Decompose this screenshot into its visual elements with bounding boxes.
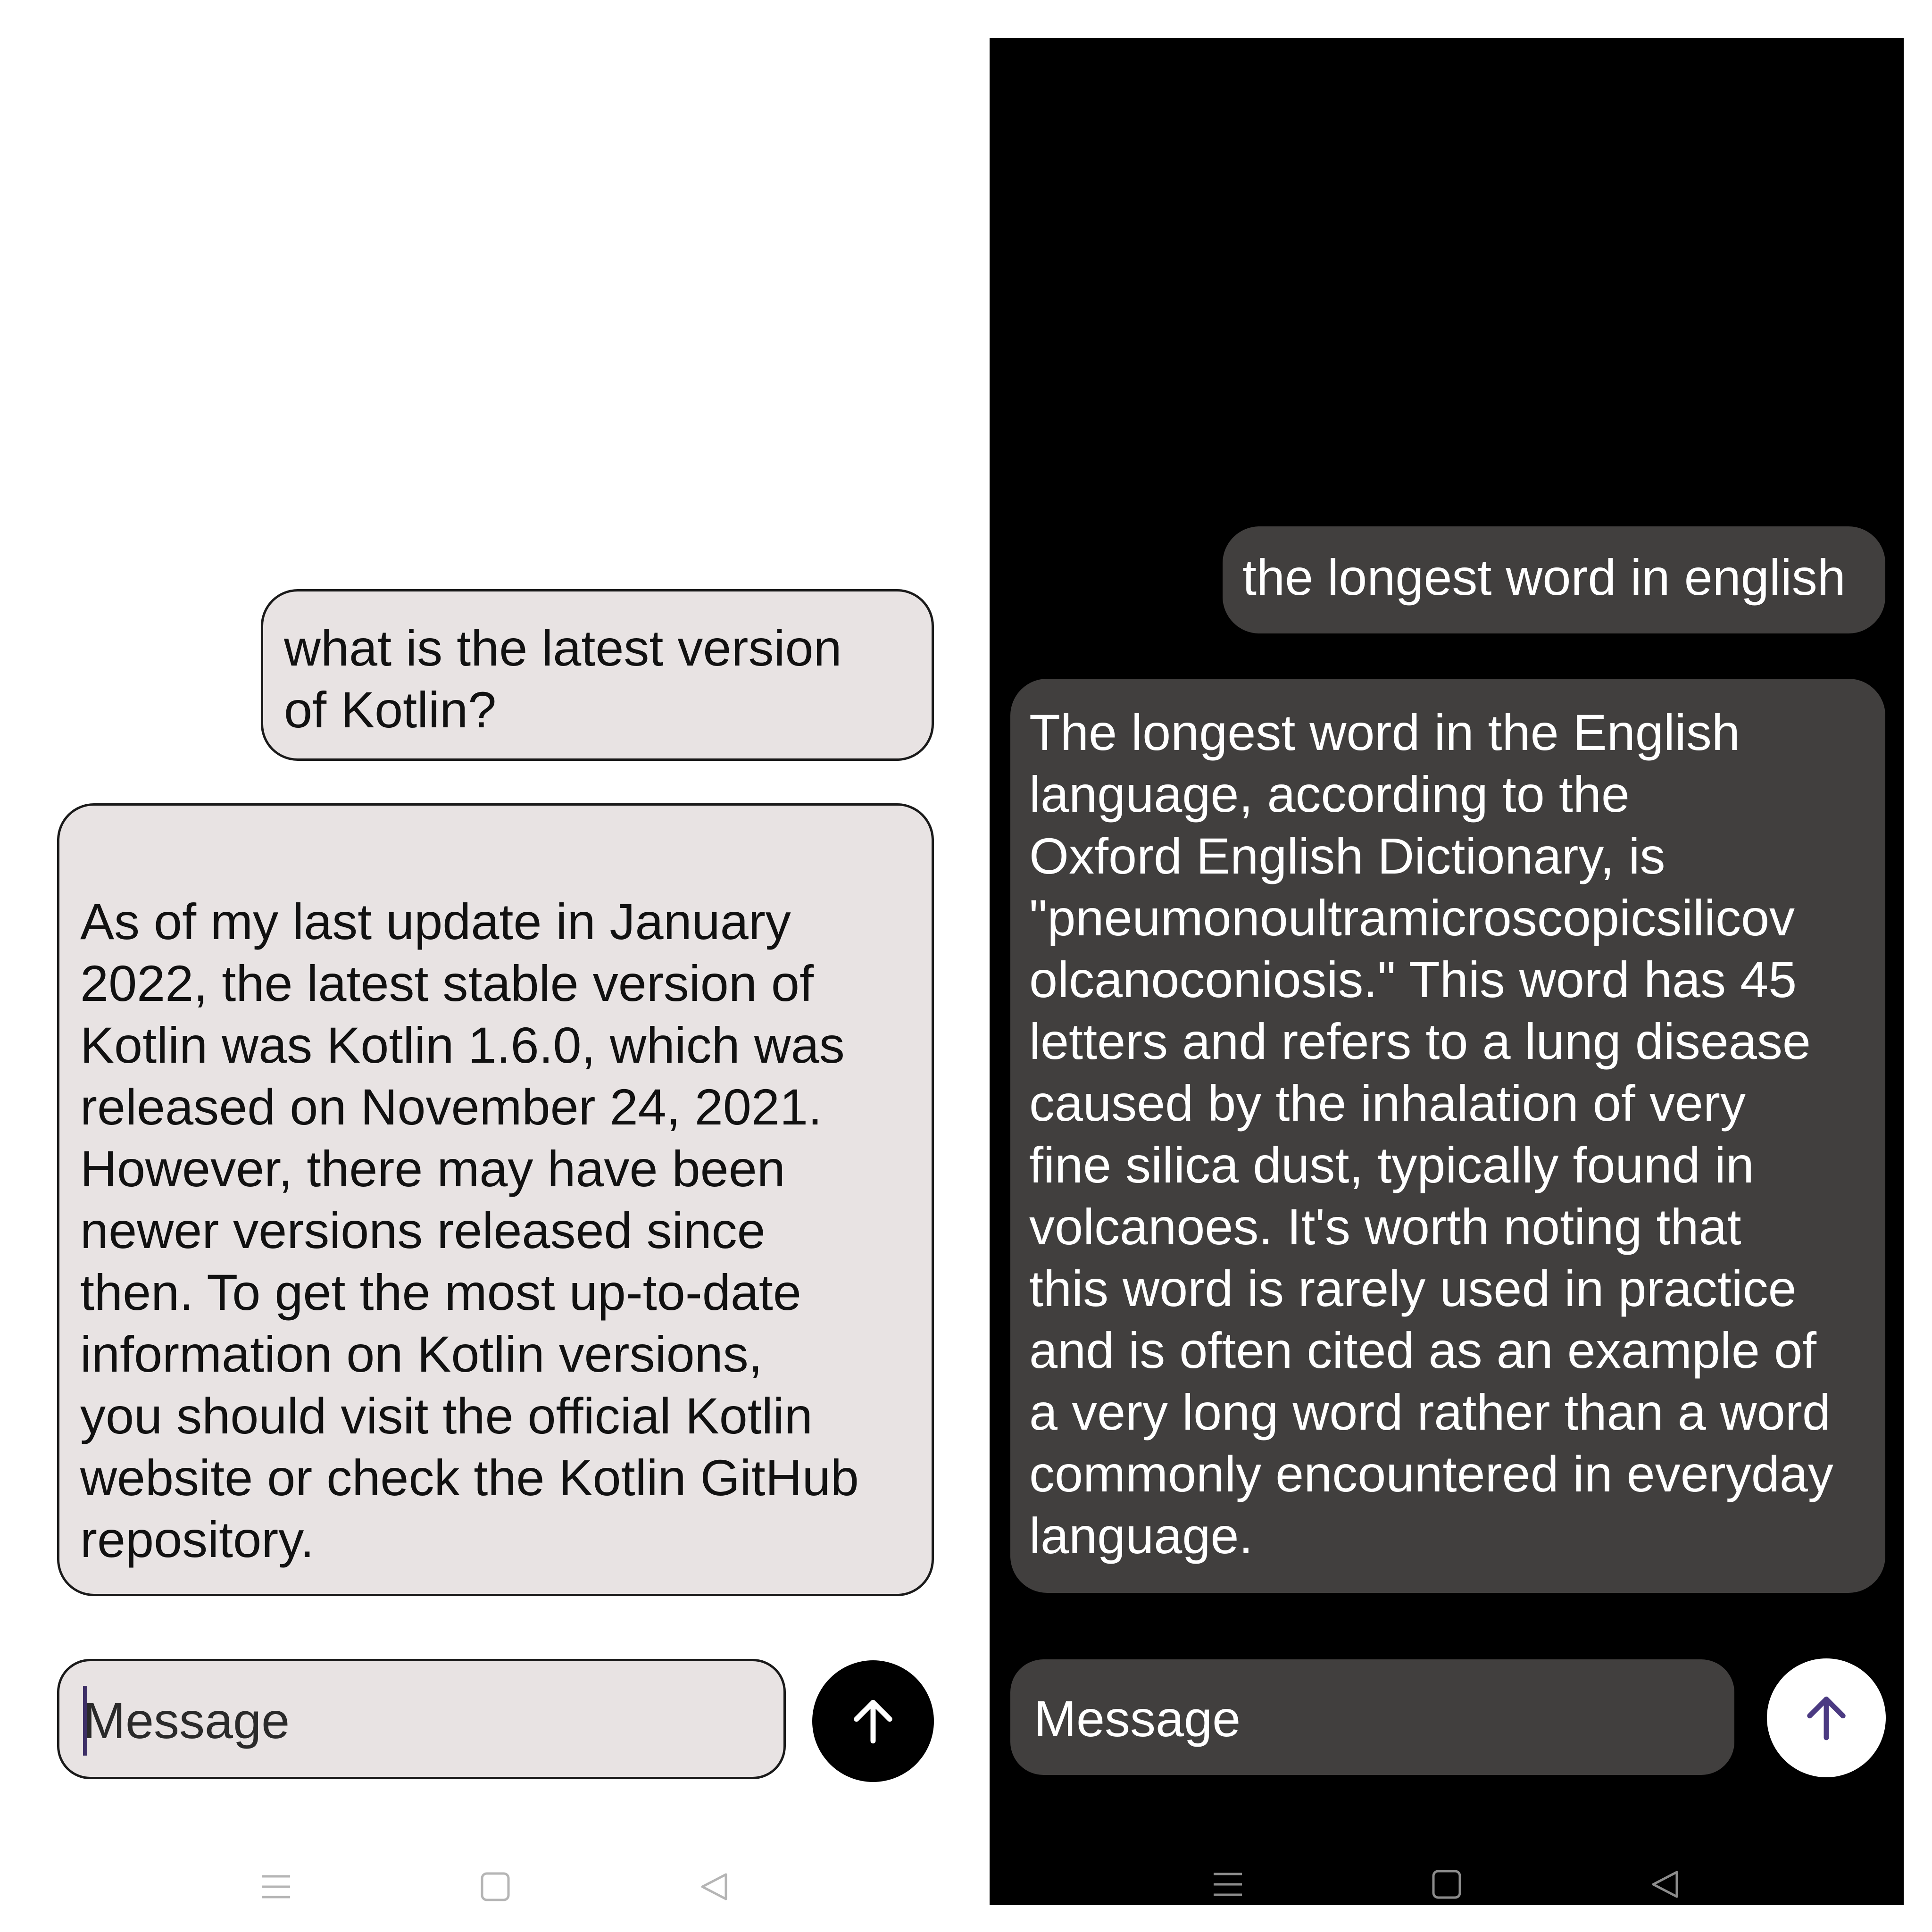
dark-chat-screen: the longest word in english The longest …	[990, 38, 1904, 1905]
back-triangle-icon[interactable]	[696, 1868, 733, 1906]
arrow-up-icon	[1807, 1696, 1846, 1740]
user-message-bubble: what is the latest version of Kotlin?	[261, 589, 934, 761]
arrow-up-icon	[854, 1699, 892, 1744]
message-input-placeholder: Message	[83, 1692, 290, 1749]
send-button[interactable]	[812, 1660, 934, 1782]
home-square-icon[interactable]	[1428, 1865, 1466, 1903]
message-input-placeholder: Message	[1034, 1690, 1241, 1747]
back-triangle-icon[interactable]	[1647, 1865, 1684, 1903]
message-input[interactable]: Message	[1010, 1659, 1734, 1775]
user-message-bubble: the longest word in english	[1223, 526, 1885, 633]
menu-icon[interactable]	[1209, 1865, 1247, 1903]
send-button[interactable]	[1767, 1658, 1886, 1777]
assistant-message-bubble: As of my last update in January 2022, th…	[57, 803, 934, 1596]
comparison-canvas: what is the latest version of Kotlin? As…	[0, 0, 1932, 1932]
home-square-icon[interactable]	[476, 1868, 514, 1906]
message-input[interactable]: Message	[57, 1659, 786, 1779]
assistant-message-bubble: The longest word in the English language…	[1010, 679, 1885, 1593]
light-chat-screen: what is the latest version of Kotlin? As…	[0, 0, 967, 1932]
menu-icon[interactable]	[257, 1868, 295, 1906]
